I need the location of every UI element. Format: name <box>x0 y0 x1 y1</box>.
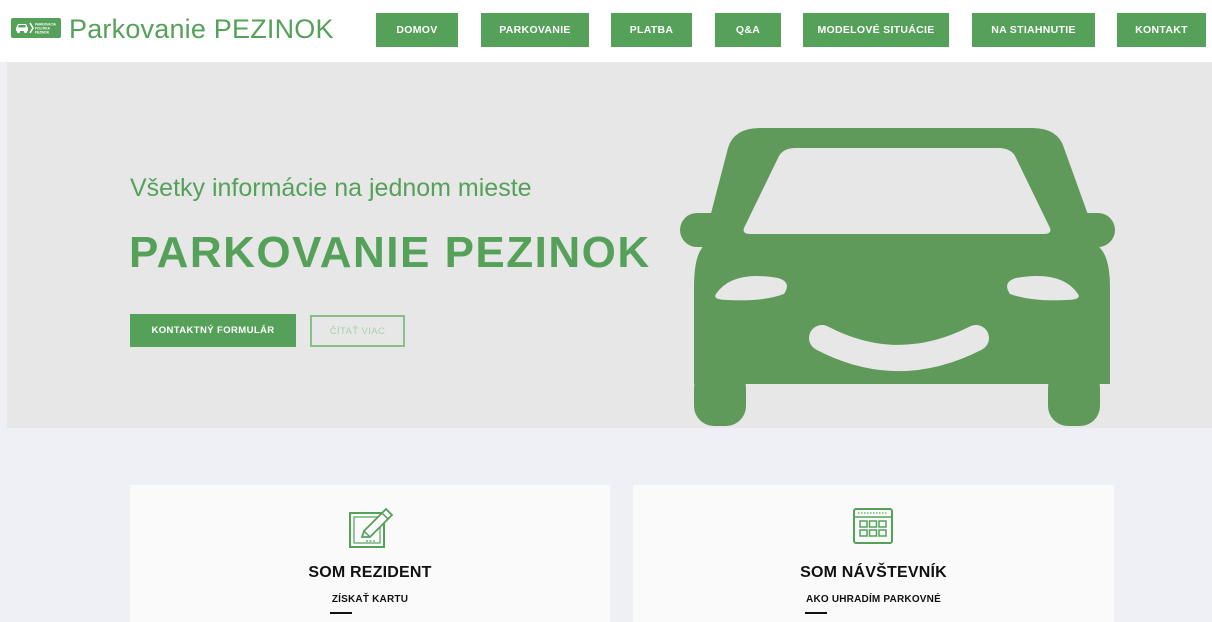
resident-card-title: SOM REZIDENT <box>308 564 432 581</box>
calendar-icon <box>853 508 893 544</box>
hero-title: PARKOVANIE PEZINOK <box>129 228 651 277</box>
nav-modelove-situacie[interactable]: MODELOVÉ SITUÁCIE <box>803 13 949 47</box>
read-more-button[interactable]: ČÍTAŤ VIAC <box>310 315 405 347</box>
link-underline <box>805 612 827 614</box>
visitor-card-title: SOM NÁVŠTEVNÍK <box>800 564 947 581</box>
nav-kontakt[interactable]: KONTAKT <box>1117 13 1206 47</box>
nav-domov[interactable]: DOMOV <box>376 13 458 47</box>
site-header: PARKOVACIA POLITIKA PEZINOK Parkovanie P… <box>0 0 1212 62</box>
nav-qa[interactable]: Q&A <box>715 13 781 47</box>
nav-na-stiahnutie[interactable]: NA STIAHNUTIE <box>972 13 1095 47</box>
nav-platba[interactable]: PLATBA <box>611 13 692 47</box>
resident-card: SOM REZIDENT ZÍSKAŤ KARTU <box>130 485 610 622</box>
link-underline <box>330 612 352 614</box>
nav-parkovanie[interactable]: PARKOVANIE <box>481 13 589 47</box>
how-to-pay-link[interactable]: AKO UHRADÍM PARKOVNÉ <box>633 594 1114 605</box>
logo-text-3: PEZINOK <box>35 31 50 35</box>
contact-form-button[interactable]: KONTAKTNÝ FORMULÁR <box>130 314 296 347</box>
smiling-car-icon <box>680 128 1115 426</box>
get-card-link[interactable]: ZÍSKAŤ KARTU <box>130 594 610 605</box>
car-logo-icon: PARKOVACIA POLITIKA PEZINOK <box>16 23 57 35</box>
logo-badge: PARKOVACIA POLITIKA PEZINOK <box>11 18 61 38</box>
hero-tagline: Všetky informácie na jednom mieste <box>130 174 532 202</box>
site-logo[interactable]: PARKOVACIA POLITIKA PEZINOK <box>11 18 61 38</box>
visitor-card: SOM NÁVŠTEVNÍK AKO UHRADÍM PARKOVNÉ <box>633 485 1114 622</box>
site-title[interactable]: Parkovanie PEZINOK <box>69 14 334 45</box>
pencil-document-icon <box>349 507 394 548</box>
